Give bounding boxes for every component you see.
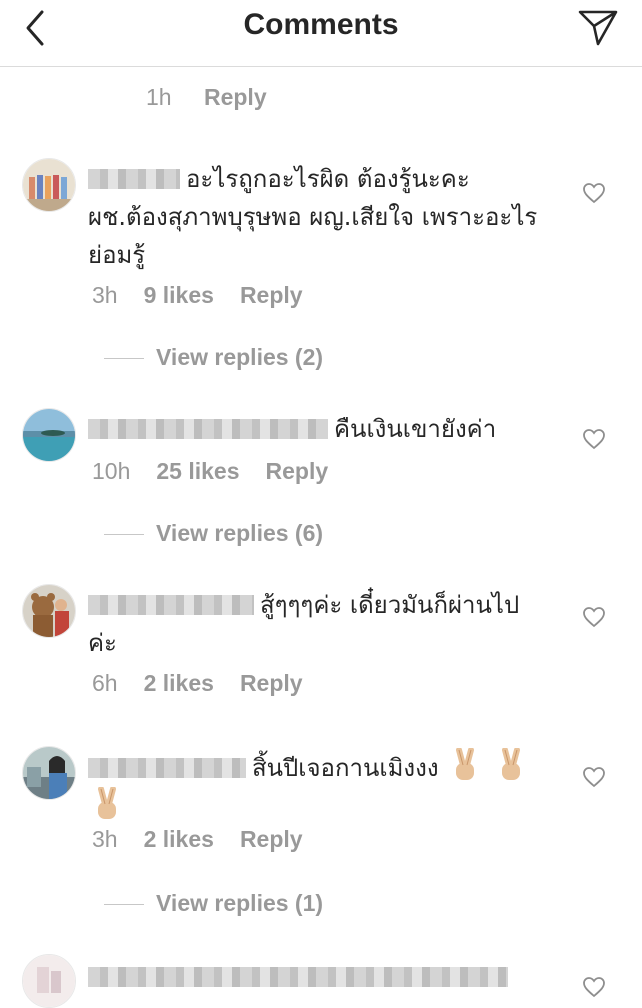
likes-count[interactable]: 2 likes <box>144 670 214 696</box>
comment-time: 10h <box>92 458 131 484</box>
comment-text: คืนเงินเขายังค่า <box>334 415 497 443</box>
view-replies-button[interactable]: View replies (1) <box>104 890 323 917</box>
username-redacted[interactable] <box>88 967 508 987</box>
like-button[interactable] <box>582 976 606 998</box>
divider-line <box>104 358 144 360</box>
comment-time: 3h <box>92 826 118 852</box>
view-replies-label: View replies (1) <box>156 890 324 916</box>
paper-plane-icon <box>578 10 618 46</box>
avatar[interactable] <box>22 746 76 800</box>
divider-line <box>104 904 144 906</box>
reply-button[interactable]: Reply <box>204 84 267 110</box>
avatar[interactable] <box>22 954 76 1008</box>
comment-meta: 10h 25 likes Reply <box>92 458 354 485</box>
victory-hand-emoji <box>92 787 122 821</box>
comment-text-block <box>88 958 548 996</box>
reply-button[interactable]: Reply <box>240 826 303 852</box>
view-replies-button[interactable]: View replies (6) <box>104 520 323 547</box>
username-redacted[interactable] <box>88 169 180 189</box>
share-button[interactable] <box>576 4 620 48</box>
comment-time: 1h <box>146 84 172 110</box>
likes-count[interactable]: 9 likes <box>144 282 214 308</box>
reply-button[interactable]: Reply <box>240 670 303 696</box>
view-replies-label: View replies (2) <box>156 344 324 370</box>
heart-outline-icon <box>583 183 605 204</box>
page-title: Comments <box>243 8 399 41</box>
avatar[interactable] <box>22 408 76 462</box>
heart-outline-icon <box>583 977 605 998</box>
comment-meta: 6h 2 likes Reply <box>92 670 329 697</box>
comment-meta: 1h Reply <box>146 84 293 111</box>
heart-outline-icon <box>583 607 605 628</box>
likes-count[interactable]: 25 likes <box>156 458 239 484</box>
reply-button[interactable]: Reply <box>266 458 329 484</box>
avatar[interactable] <box>22 584 76 638</box>
username-redacted[interactable] <box>88 419 328 439</box>
victory-hand-emoji <box>450 748 480 782</box>
comment-time: 6h <box>92 670 118 696</box>
heart-outline-icon <box>583 429 605 450</box>
likes-count[interactable]: 2 likes <box>144 826 214 852</box>
like-button[interactable] <box>582 606 606 628</box>
divider-line <box>104 534 144 536</box>
reply-button[interactable]: Reply <box>240 282 303 308</box>
comment-text-block: สู้ๆๆๆค่ะ เดี๋ยวมันก็ผ่านไปค่ะ <box>88 586 548 662</box>
comment-meta: 3h 2 likes Reply <box>92 826 329 853</box>
comment-time: 3h <box>92 282 118 308</box>
avatar[interactable] <box>22 158 76 212</box>
like-button[interactable] <box>582 766 606 788</box>
comment-text-block: สิ้นปีเจอกานเมิงงง <box>88 748 548 826</box>
comment-text: สิ้นปีเจอกานเมิงงง <box>252 754 439 782</box>
comments-header: Comments <box>0 0 642 67</box>
like-button[interactable] <box>582 182 606 204</box>
victory-hand-emoji <box>496 748 526 782</box>
heart-outline-icon <box>583 767 605 788</box>
view-replies-button[interactable]: View replies (2) <box>104 344 323 371</box>
username-redacted[interactable] <box>88 758 246 778</box>
view-replies-label: View replies (6) <box>156 520 324 546</box>
comment-meta: 3h 9 likes Reply <box>92 282 329 309</box>
comment-text-block: คืนเงินเขายังค่า <box>88 410 548 448</box>
username-redacted[interactable] <box>88 595 254 615</box>
like-button[interactable] <box>582 428 606 450</box>
comment-text-block: อะไรถูกอะไรผิด ต้องรู้นะคะ ผช.ต้องสุภาพบ… <box>88 160 548 274</box>
